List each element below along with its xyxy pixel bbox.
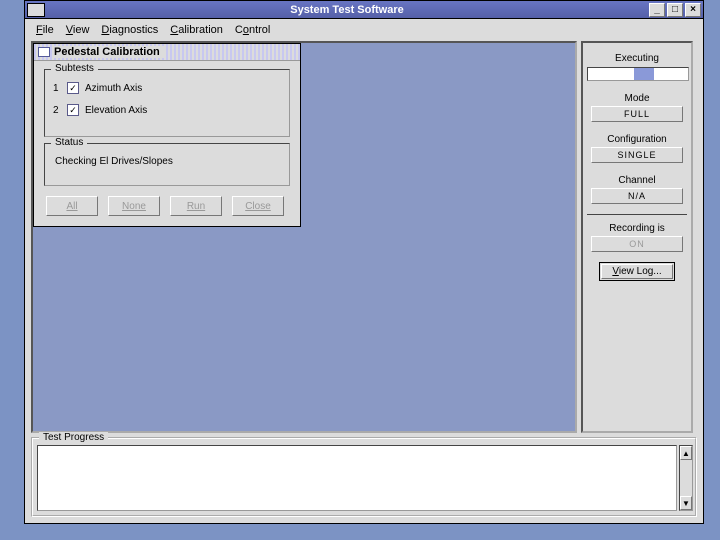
all-button[interactable]: All: [46, 196, 98, 216]
recording-value: ON: [591, 236, 683, 252]
scrollbar[interactable]: ▲ ▼: [679, 445, 693, 511]
menu-diagnostics[interactable]: Diagnostics: [96, 23, 163, 37]
titlebar: System Test Software _ □ ×: [25, 1, 703, 19]
subtest-number: 1: [53, 83, 67, 94]
scroll-up-icon[interactable]: ▲: [680, 446, 692, 460]
dialog-icon: [38, 47, 50, 57]
subtest-row-1: 1 ✓ Azimuth Axis: [53, 82, 281, 94]
menu-bar: File View Diagnostics Calibration Contro…: [27, 21, 701, 41]
status-legend: Status: [51, 137, 87, 148]
window-menu-icon[interactable]: [27, 3, 45, 17]
progress-fill: [634, 68, 654, 80]
mode-value[interactable]: FULL: [591, 106, 683, 122]
subtest-row-2: 2 ✓ Elevation Axis: [53, 104, 281, 116]
menu-control[interactable]: Control: [230, 23, 275, 37]
status-group: Status Checking El Drives/Slopes: [44, 143, 290, 186]
status-sidebar: Executing Mode FULL Configuration SINGLE…: [581, 41, 693, 433]
close-window-button[interactable]: ×: [685, 3, 701, 17]
scroll-down-icon[interactable]: ▼: [680, 496, 692, 510]
maximize-button[interactable]: □: [667, 3, 683, 17]
subtests-group: Subtests 1 ✓ Azimuth Axis 2 ✓ Elevation …: [44, 69, 290, 137]
test-progress-output: [37, 445, 677, 511]
channel-label: Channel: [587, 175, 687, 186]
config-value[interactable]: SINGLE: [591, 147, 683, 163]
elevation-checkbox[interactable]: ✓: [67, 104, 79, 116]
subtest-label: Elevation Axis: [85, 105, 147, 116]
config-label: Configuration: [587, 134, 687, 145]
subtest-label: Azimuth Axis: [85, 83, 142, 94]
dialog-titlebar: Pedestal Calibration: [34, 44, 300, 61]
subtests-legend: Subtests: [51, 63, 98, 74]
executing-progress: [587, 67, 689, 81]
recording-label: Recording is: [587, 223, 687, 234]
window-title: System Test Software: [45, 4, 649, 16]
status-text: Checking El Drives/Slopes: [53, 152, 281, 175]
run-button[interactable]: Run: [170, 196, 222, 216]
menu-view[interactable]: View: [61, 23, 95, 37]
test-progress-legend: Test Progress: [39, 432, 108, 443]
pedestal-calibration-dialog: Pedestal Calibration Subtests 1 ✓ Azimut…: [33, 43, 301, 227]
test-progress-panel: Test Progress ▲ ▼: [31, 437, 697, 517]
subtest-number: 2: [53, 105, 67, 116]
divider: [587, 214, 687, 215]
view-log-button[interactable]: View Log...: [599, 262, 675, 281]
app-window: System Test Software _ □ × File View Dia…: [24, 0, 704, 524]
main-workspace: Pedestal Calibration Subtests 1 ✓ Azimut…: [31, 41, 577, 433]
none-button[interactable]: None: [108, 196, 160, 216]
menu-file[interactable]: File: [31, 23, 59, 37]
dialog-title-text: Pedestal Calibration: [54, 46, 164, 58]
menu-calibration[interactable]: Calibration: [165, 23, 228, 37]
minimize-button[interactable]: _: [649, 3, 665, 17]
view-log-rest: iew Log...: [619, 266, 662, 277]
azimuth-checkbox[interactable]: ✓: [67, 82, 79, 94]
mode-label: Mode: [587, 93, 687, 104]
close-button[interactable]: Close: [232, 196, 284, 216]
channel-value[interactable]: N/A: [591, 188, 683, 204]
executing-label: Executing: [587, 53, 687, 64]
